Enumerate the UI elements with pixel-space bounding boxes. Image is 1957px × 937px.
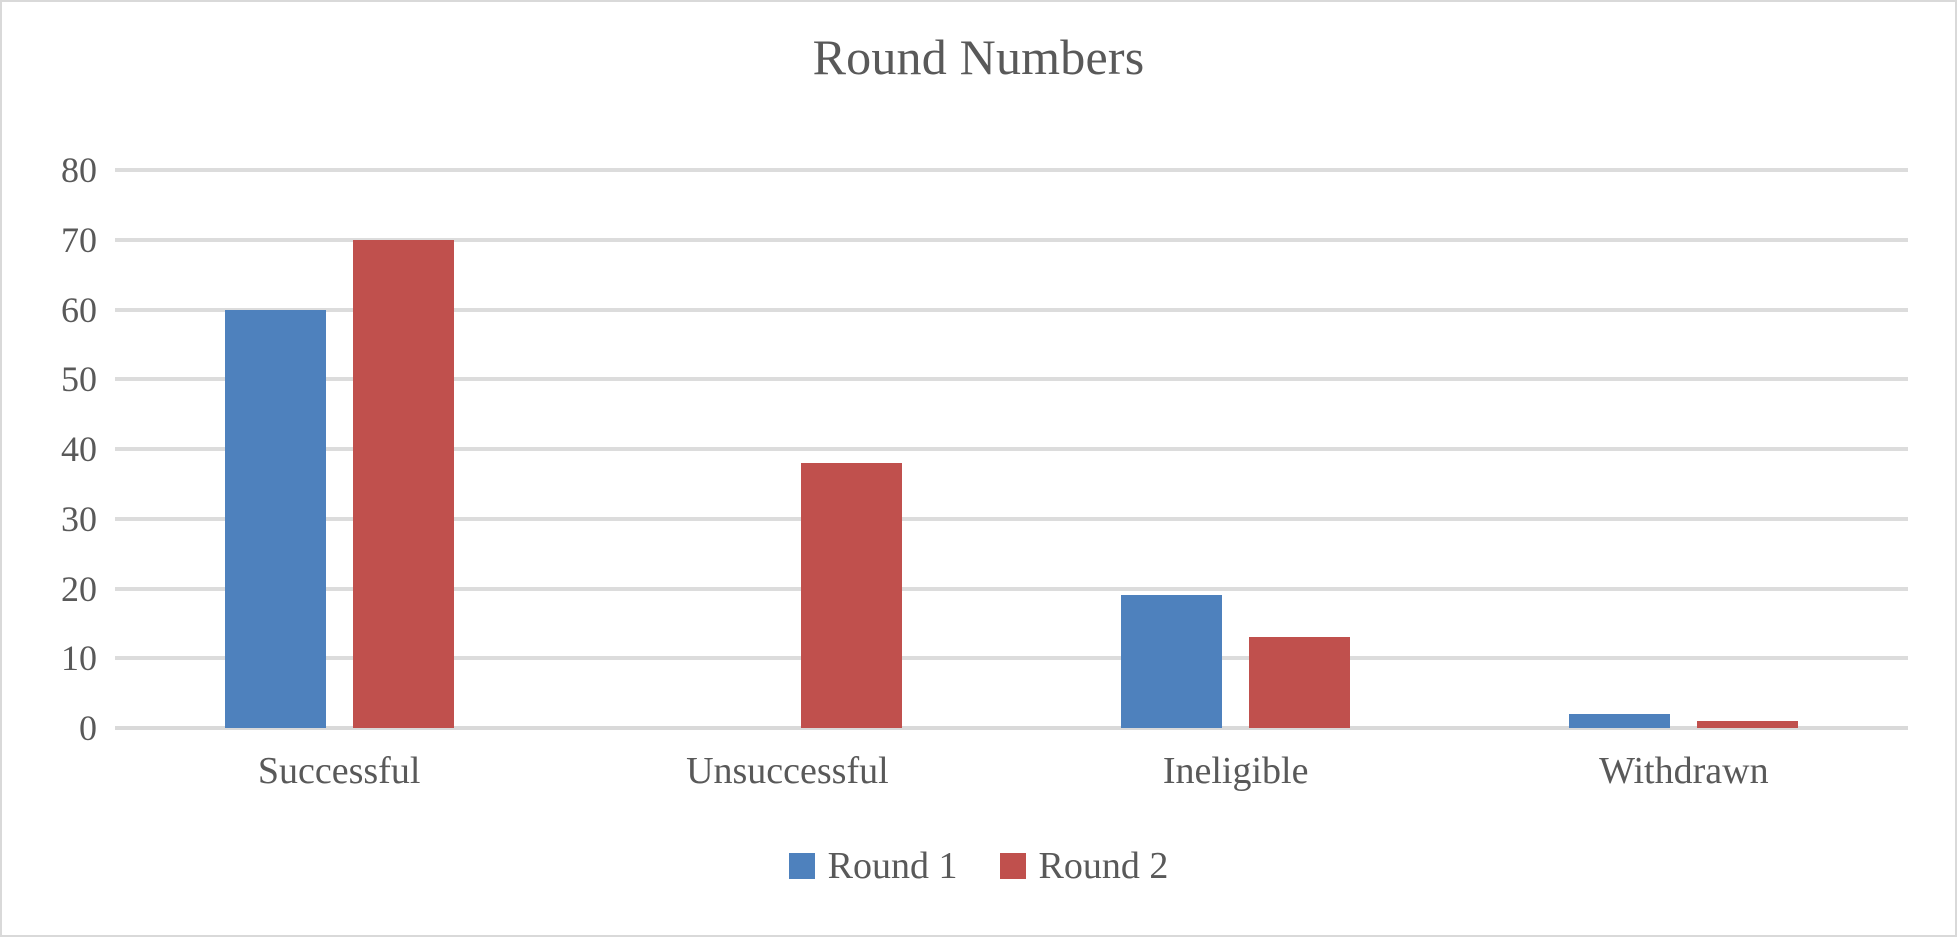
bar	[1249, 637, 1351, 728]
chart-legend: Round 1 Round 2	[2, 847, 1955, 885]
y-axis-tick-label: 70	[61, 219, 97, 260]
bar	[1569, 714, 1671, 728]
bar	[1697, 721, 1799, 728]
x-axis-tick-label: Withdrawn	[1599, 750, 1769, 792]
bar	[800, 462, 902, 728]
gridline	[115, 168, 1908, 172]
x-axis: Successful Unsuccessful Ineligible Withdraw…	[115, 750, 1908, 810]
y-axis-tick-label: 10	[61, 638, 97, 679]
y-axis-tick-label: 80	[61, 150, 97, 190]
x-axis-tick-label: Ineligible	[1162, 750, 1309, 792]
legend-swatch-icon	[999, 853, 1026, 879]
bar	[1121, 595, 1223, 728]
chart-title: Round Numbers	[812, 29, 1145, 85]
legend-label: Round 2	[1038, 845, 1169, 887]
y-axis: 80 70 60 50 40 30 20 10 0	[2, 152, 97, 746]
chart-container: Round Numbers 80 70 60 50 40 30 20 10 0 Successf…	[0, 0, 1957, 937]
bar	[224, 309, 326, 728]
legend-label: Round 1	[827, 845, 958, 887]
y-axis-tick-label: 0	[79, 708, 97, 748]
y-axis-tick-label: 40	[61, 429, 97, 469]
y-axis-tick-label: 20	[61, 568, 97, 609]
legend-swatch-icon	[788, 853, 815, 879]
legend-item[interactable]: Round 2	[999, 845, 1169, 887]
plot-area	[115, 168, 1908, 730]
x-axis-tick-label: Successful	[257, 750, 421, 792]
x-axis-tick-label: Unsuccessful	[686, 750, 889, 792]
y-axis-tick-label: 60	[61, 289, 97, 330]
y-axis-tick-label: 50	[61, 359, 97, 400]
y-axis-tick-label: 30	[61, 498, 97, 539]
bar	[352, 239, 454, 728]
legend-item[interactable]: Round 1	[788, 845, 958, 887]
